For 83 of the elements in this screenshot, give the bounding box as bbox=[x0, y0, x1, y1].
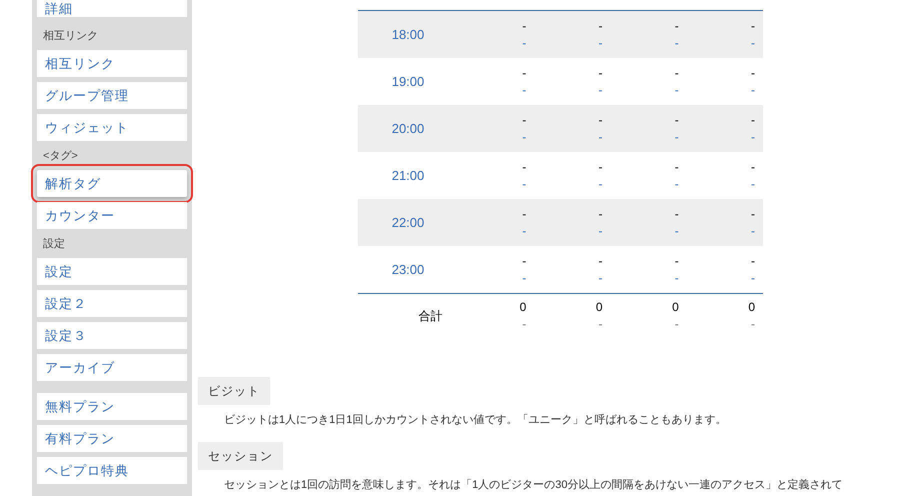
cell-subvalue: - bbox=[674, 176, 679, 192]
cell-value: - bbox=[598, 158, 602, 176]
cell-value: 0 bbox=[748, 299, 755, 316]
cell-value: - bbox=[522, 206, 526, 222]
cell-value: - bbox=[598, 252, 602, 270]
cell-subvalue: - bbox=[751, 176, 755, 192]
cell-value: - bbox=[751, 112, 755, 128]
sidebar-link[interactable]: 設定２ bbox=[37, 290, 187, 317]
time-label: 22:00 bbox=[390, 214, 426, 232]
cell-value: - bbox=[674, 64, 679, 82]
sidebar-link[interactable]: ヘピプロ特典 bbox=[37, 457, 187, 484]
time-label: 23:00 bbox=[390, 260, 426, 279]
cell-subvalue: - bbox=[522, 176, 526, 192]
cell-subvalue: - bbox=[522, 316, 526, 333]
sidebar-link[interactable]: 設定 bbox=[37, 258, 187, 285]
cell-value: - bbox=[674, 18, 679, 34]
cell-value: - bbox=[751, 158, 755, 176]
time-label: 21:00 bbox=[390, 166, 426, 185]
section-heading: 相互リンク bbox=[42, 29, 99, 43]
section-heading: 設定 bbox=[42, 237, 66, 251]
term-description: ビジットは1人につき1日1回しかカウントされない値です。「ユニーク」と呼ばれることもあります。 bbox=[223, 413, 728, 428]
cell-value: 0 bbox=[672, 299, 679, 316]
sidebar-link[interactable]: 解析タグ bbox=[37, 170, 187, 197]
cell-subvalue: - bbox=[522, 222, 526, 240]
cell-value: - bbox=[674, 206, 679, 222]
cell-value: - bbox=[751, 252, 755, 270]
time-label: 19:00 bbox=[390, 72, 426, 91]
cell-subvalue: - bbox=[674, 128, 679, 146]
cell-subvalue: - bbox=[751, 222, 755, 240]
cell-subvalue: - bbox=[674, 82, 679, 98]
sidebar-link[interactable]: ウィジェット bbox=[37, 114, 187, 141]
time-label: 18:00 bbox=[390, 26, 426, 44]
cell-subvalue: - bbox=[598, 270, 602, 286]
cell-subvalue: - bbox=[598, 34, 602, 52]
cell-value: - bbox=[674, 252, 679, 270]
sidebar-link[interactable]: 相互リンク bbox=[37, 50, 187, 77]
cell-value: - bbox=[674, 112, 679, 128]
cell-value: - bbox=[598, 112, 602, 128]
cell-subvalue: - bbox=[522, 34, 526, 52]
sidebar-link[interactable]: 設定３ bbox=[37, 322, 187, 349]
cell-value: 0 bbox=[596, 299, 602, 316]
cell-subvalue: - bbox=[598, 222, 602, 240]
cell-value: - bbox=[522, 112, 526, 128]
cell-subvalue: - bbox=[674, 270, 679, 286]
time-label: 20:00 bbox=[390, 120, 426, 138]
sidebar-link[interactable]: カウンター bbox=[37, 202, 187, 229]
cell-value: - bbox=[522, 252, 526, 270]
cell-subvalue: - bbox=[751, 270, 755, 286]
cell-subvalue: - bbox=[674, 34, 679, 52]
sidebar-link[interactable]: 詳細 bbox=[37, 0, 187, 17]
cell-value: - bbox=[598, 64, 602, 82]
sidebar-link[interactable]: グループ管理 bbox=[37, 82, 187, 109]
sidebar-link[interactable]: アーカイブ bbox=[37, 354, 187, 381]
cell-value: - bbox=[751, 18, 755, 34]
total-label: 合計 bbox=[418, 308, 444, 325]
cell-value: - bbox=[751, 206, 755, 222]
cell-subvalue: - bbox=[674, 222, 679, 240]
cell-subvalue: - bbox=[751, 128, 755, 146]
cell-subvalue: - bbox=[674, 316, 679, 333]
term-heading: ビジット bbox=[198, 377, 270, 405]
sidebar-link[interactable]: 有料プラン bbox=[37, 425, 187, 452]
cell-subvalue: - bbox=[522, 128, 526, 146]
cell-subvalue: - bbox=[598, 128, 602, 146]
cell-subvalue: - bbox=[522, 82, 526, 98]
cell-value: - bbox=[522, 64, 526, 82]
cell-subvalue: - bbox=[751, 82, 755, 98]
cell-subvalue: - bbox=[598, 316, 602, 333]
cell-value: - bbox=[674, 158, 679, 176]
cell-value: - bbox=[751, 64, 755, 82]
cell-value: - bbox=[598, 206, 602, 222]
cell-value: - bbox=[598, 18, 602, 34]
term-description: セッションとは1回の訪問を意味します。それは「1人のビジターの30分以上の間隔をあけない一連のアクセス」と定義されて bbox=[223, 478, 844, 493]
cell-value: 0 bbox=[520, 299, 526, 316]
sidebar-link[interactable]: 無料プラン bbox=[37, 393, 187, 420]
cell-subvalue: - bbox=[598, 176, 602, 192]
section-heading: <タグ> bbox=[42, 149, 79, 163]
cell-subvalue: - bbox=[751, 316, 755, 333]
cell-subvalue: - bbox=[598, 82, 602, 98]
cell-subvalue: - bbox=[522, 270, 526, 286]
cell-value: - bbox=[522, 158, 526, 176]
cell-value: - bbox=[522, 18, 526, 34]
term-heading: セッション bbox=[198, 442, 283, 470]
cell-subvalue: - bbox=[751, 34, 755, 52]
